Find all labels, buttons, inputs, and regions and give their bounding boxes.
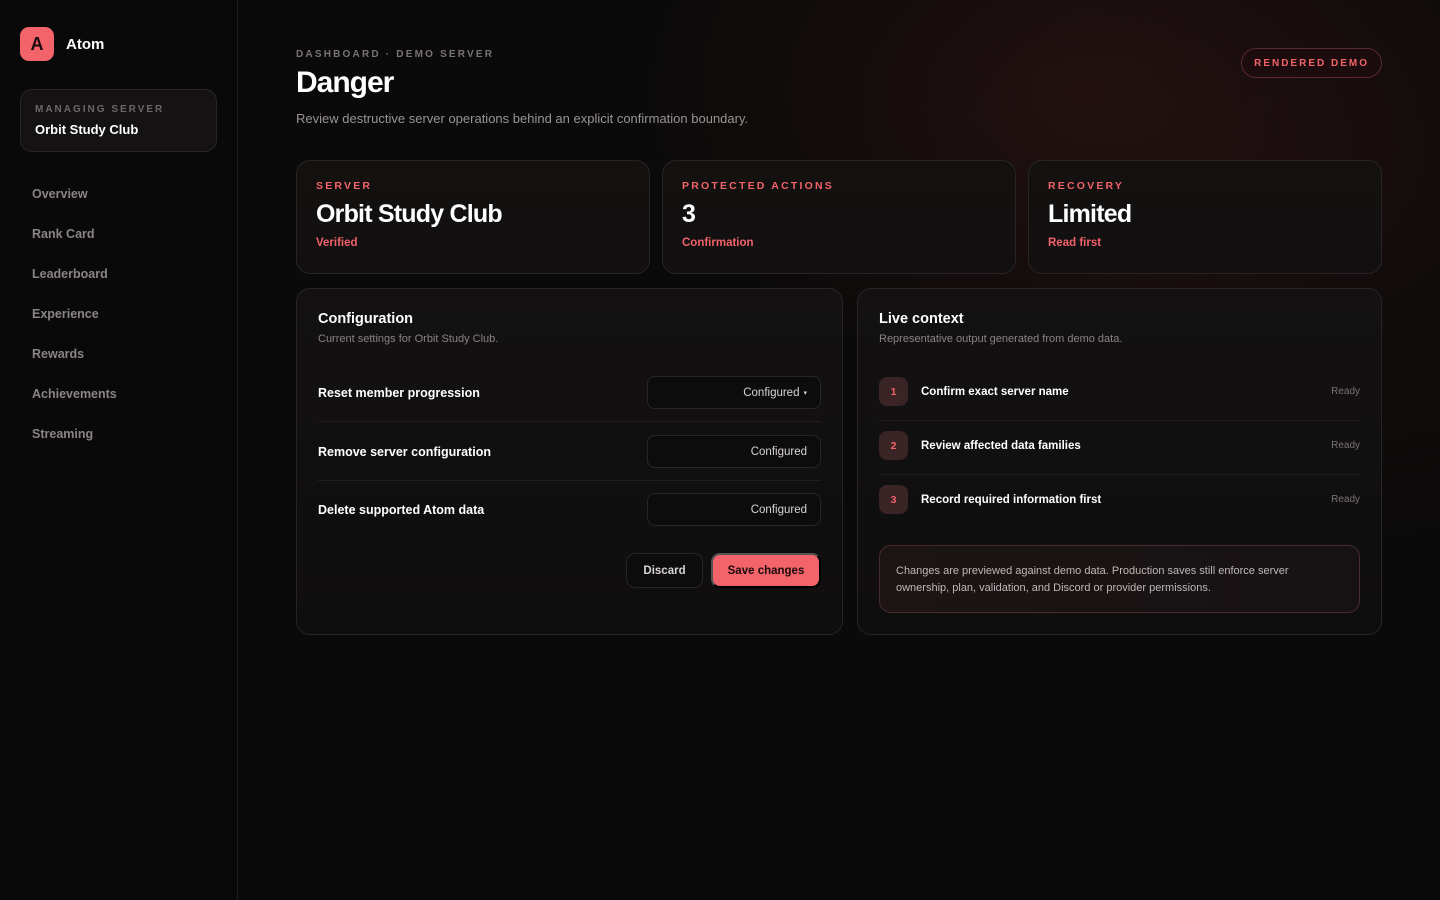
stat-sub: Verified bbox=[316, 237, 358, 249]
context-item: 1 Confirm exact server name Ready bbox=[879, 367, 1360, 421]
page-subtitle: Review destructive server operations beh… bbox=[296, 111, 749, 126]
stat-label: SERVER bbox=[316, 180, 373, 192]
sidebar-nav: Overview Rank Card Leaderboard Experienc… bbox=[32, 184, 117, 464]
context-item-text: Record required information first bbox=[921, 493, 1102, 506]
step-number: 3 bbox=[879, 485, 908, 514]
context-item-text: Confirm exact server name bbox=[921, 385, 1069, 398]
config-row-delete-supported-atom-data: Delete supported Atom data Configured bbox=[318, 481, 821, 539]
stat-label: RECOVERY bbox=[1048, 180, 1125, 192]
context-item: 2 Review affected data families Ready bbox=[879, 421, 1360, 475]
config-row-label: Reset member progression bbox=[318, 386, 480, 400]
stat-card-protected-actions: PROTECTED ACTIONS 3 Confirmation bbox=[662, 160, 1016, 274]
sidebar-item-achievements[interactable]: Achievements bbox=[32, 384, 117, 424]
sidebar-item-leaderboard[interactable]: Leaderboard bbox=[32, 264, 117, 304]
sidebar-item-experience[interactable]: Experience bbox=[32, 304, 117, 344]
stat-sub: Confirmation bbox=[682, 237, 754, 249]
remove-server-configuration-select[interactable]: Configured bbox=[647, 435, 821, 468]
stat-card-recovery: RECOVERY Limited Read first bbox=[1028, 160, 1382, 274]
config-row-reset-member-progression: Reset member progression Configured ▾ bbox=[318, 364, 821, 422]
sidebar-item-streaming[interactable]: Streaming bbox=[32, 424, 117, 464]
delete-supported-atom-data-select[interactable]: Configured bbox=[647, 493, 821, 526]
stat-sub: Read first bbox=[1048, 237, 1102, 249]
demo-data-note: Changes are previewed against demo data.… bbox=[879, 545, 1360, 613]
configuration-title: Configuration bbox=[318, 311, 414, 327]
reset-member-progression-select[interactable]: Configured ▾ bbox=[647, 376, 821, 409]
save-changes-button[interactable]: Save changes bbox=[711, 553, 821, 588]
page-title: Danger bbox=[296, 66, 394, 99]
stat-card-server: SERVER Orbit Study Club Verified bbox=[296, 160, 650, 274]
stat-value: Limited bbox=[1048, 200, 1132, 228]
select-value: Configured bbox=[743, 386, 800, 399]
managing-server-card[interactable]: MANAGING SERVER Orbit Study Club bbox=[20, 89, 217, 152]
config-row-label: Remove server configuration bbox=[318, 445, 491, 459]
stat-value: 3 bbox=[682, 200, 696, 228]
sidebar-item-rewards[interactable]: Rewards bbox=[32, 344, 117, 384]
context-item-status: Ready bbox=[1331, 440, 1360, 451]
config-row-remove-server-configuration: Remove server configuration Configured bbox=[318, 423, 821, 481]
sidebar-item-overview[interactable]: Overview bbox=[32, 184, 117, 224]
context-item-status: Ready bbox=[1331, 494, 1360, 505]
context-item: 3 Record required information first Read… bbox=[879, 475, 1360, 529]
managing-server-label: MANAGING SERVER bbox=[35, 104, 165, 115]
stat-label: PROTECTED ACTIONS bbox=[682, 180, 834, 192]
discard-button[interactable]: Discard bbox=[626, 553, 703, 588]
brand-name: Atom bbox=[66, 35, 105, 53]
step-number: 2 bbox=[879, 431, 908, 460]
managing-server-name: Orbit Study Club bbox=[35, 122, 139, 137]
stat-value: Orbit Study Club bbox=[316, 200, 503, 228]
configuration-subtitle: Current settings for Orbit Study Club. bbox=[318, 333, 499, 345]
brand[interactable]: A Atom bbox=[20, 27, 104, 61]
step-number: 1 bbox=[879, 377, 908, 406]
live-context-subtitle: Representative output generated from dem… bbox=[879, 333, 1123, 345]
select-value: Configured bbox=[750, 503, 807, 516]
live-context-panel: Live context Representative output gener… bbox=[857, 288, 1382, 635]
context-item-status: Ready bbox=[1331, 386, 1360, 397]
rendered-demo-badge: RENDERED DEMO bbox=[1241, 48, 1382, 78]
breadcrumb: DASHBOARD · DEMO SERVER bbox=[296, 49, 495, 60]
configuration-panel: Configuration Current settings for Orbit… bbox=[296, 288, 843, 635]
context-item-text: Review affected data families bbox=[921, 439, 1081, 452]
sidebar: A Atom MANAGING SERVER Orbit Study Club … bbox=[0, 0, 238, 900]
select-value: Configured bbox=[750, 445, 807, 458]
row-divider bbox=[318, 421, 821, 422]
live-context-title: Live context bbox=[879, 311, 964, 327]
atom-logo-icon: A bbox=[20, 27, 54, 61]
config-row-label: Delete supported Atom data bbox=[318, 503, 485, 517]
stats-row: SERVER Orbit Study Club Verified PROTECT… bbox=[296, 160, 1382, 274]
chevron-down-icon: ▾ bbox=[803, 389, 807, 397]
sidebar-item-rank-card[interactable]: Rank Card bbox=[32, 224, 117, 264]
